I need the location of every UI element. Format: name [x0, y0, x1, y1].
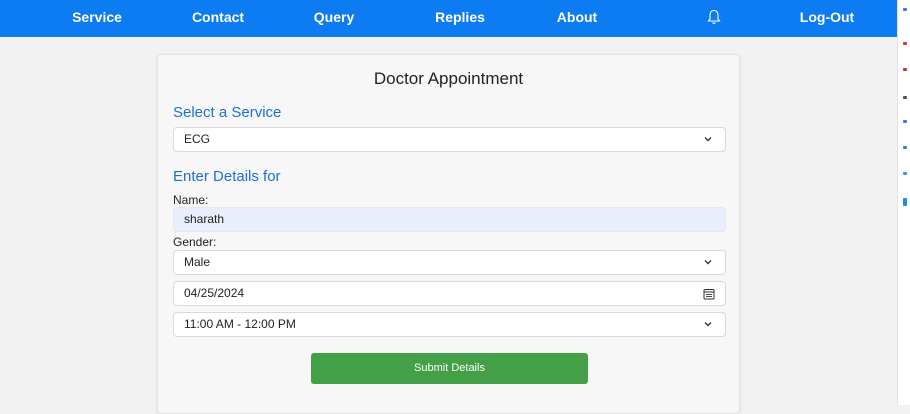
time-slot-select[interactable]: 11:00 AM - 12:00 PM [173, 312, 726, 337]
nav-logout[interactable]: Log-Out [800, 0, 854, 37]
panel-mark [903, 120, 907, 123]
name-input-value: sharath [184, 212, 225, 226]
nav-query[interactable]: Query [314, 0, 354, 37]
calendar-icon[interactable] [703, 288, 715, 300]
nav-about[interactable]: About [557, 0, 597, 37]
details-heading: Enter Details for [173, 168, 281, 185]
panel-mark [903, 198, 907, 206]
service-select[interactable]: ECG [173, 127, 726, 152]
submit-details-button[interactable]: Submit Details [311, 353, 588, 384]
gender-select[interactable]: Male [173, 250, 726, 275]
appointment-card: Doctor Appointment Select a Service ECG … [157, 54, 740, 414]
service-heading: Select a Service [173, 104, 282, 121]
date-input[interactable]: 04/25/2024 [173, 281, 726, 306]
gender-label: Gender: [173, 235, 217, 249]
chevron-down-icon [704, 137, 712, 142]
panel-mark [903, 172, 907, 175]
panel-mark [903, 96, 907, 99]
nav-service[interactable]: Service [72, 0, 122, 37]
panel-mark [903, 42, 907, 45]
card-title: Doctor Appointment [373, 69, 524, 88]
panel-mark [903, 68, 907, 71]
service-select-value: ECG [184, 132, 211, 146]
nav-replies[interactable]: Replies [435, 0, 485, 37]
nav-contact[interactable]: Contact [192, 0, 244, 37]
panel-mark [903, 146, 907, 149]
date-input-value: 04/25/2024 [184, 286, 245, 300]
name-label: Name: [173, 193, 209, 207]
panel-mark [903, 8, 907, 11]
bell-icon[interactable] [707, 9, 721, 25]
top-navbar: Service Contact Query Replies About Log-… [0, 0, 897, 37]
chevron-down-icon [704, 260, 712, 265]
name-input[interactable]: sharath [173, 207, 726, 232]
chevron-down-icon [704, 322, 712, 327]
right-edge-panel [897, 0, 910, 405]
time-slot-value: 11:00 AM - 12:00 PM [184, 317, 296, 331]
gender-select-value: Male [184, 255, 211, 269]
